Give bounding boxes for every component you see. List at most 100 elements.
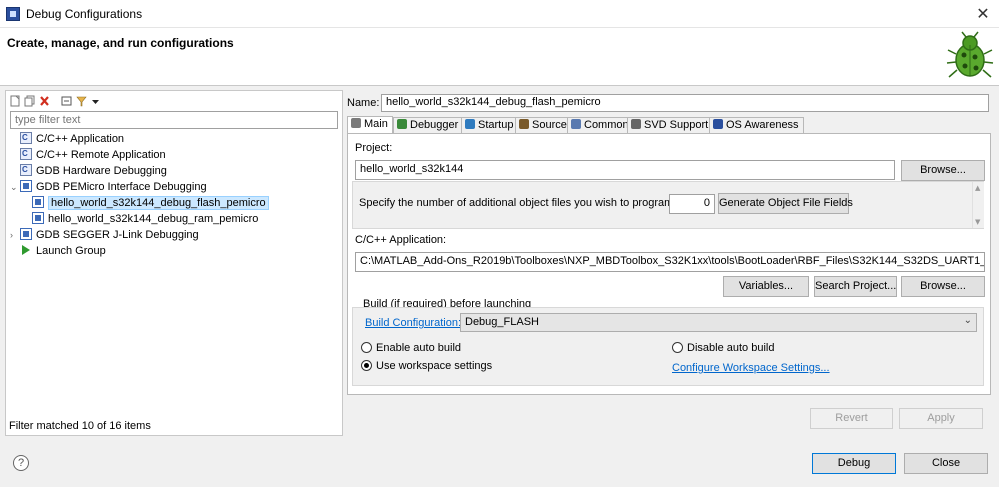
- common-tab-icon: [571, 119, 581, 129]
- enable-auto-build-radio[interactable]: [361, 342, 372, 353]
- build-configuration-select[interactable]: Debug_FLASH ⌄: [460, 313, 977, 332]
- tab-main[interactable]: Main: [347, 116, 393, 134]
- tree-item-label: GDB PEMicro Interface Debugging: [36, 181, 207, 193]
- generate-object-file-fields-button[interactable]: Generate Object File Fields: [718, 193, 853, 214]
- tree-item[interactable]: hello_world_s32k144_debug_flash_pemicro: [22, 195, 269, 211]
- os-awareness-tab-icon: [713, 119, 723, 129]
- tree-item-label: C/C++ Remote Application: [36, 149, 166, 161]
- variables-button[interactable]: Variables...: [723, 276, 809, 297]
- use-workspace-settings-radio[interactable]: [361, 360, 372, 371]
- tree-item-label: C/C++ Application: [36, 133, 125, 145]
- revert-button[interactable]: Revert: [810, 408, 893, 429]
- close-window-icon[interactable]: ✕: [973, 4, 993, 24]
- configuration-list-panel: Filter matched 10 of 16 items C/C++ Appl…: [5, 90, 343, 436]
- svd-tab-icon: [631, 119, 641, 129]
- header-title: Create, manage, and run configurations: [7, 36, 234, 50]
- tab-startup[interactable]: Startup: [461, 117, 519, 133]
- tab-source[interactable]: Source: [515, 117, 572, 133]
- main-tab-icon: [351, 118, 361, 128]
- startup-tab-icon: [465, 119, 475, 129]
- object-files-count-field[interactable]: 0: [669, 194, 715, 214]
- hardware-debug-icon: [20, 228, 32, 240]
- expand-toggle-icon[interactable]: ⌄: [10, 179, 20, 195]
- tree-item-label: GDB SEGGER J-Link Debugging: [36, 229, 199, 241]
- tab-label: Debugger: [410, 119, 459, 131]
- tree-item[interactable]: C/C++ Application: [10, 130, 125, 147]
- search-project-button[interactable]: Search Project...: [814, 276, 897, 297]
- c-app-icon: [20, 146, 32, 162]
- tree-item[interactable]: C/C++ Remote Application: [10, 146, 166, 163]
- new-configuration-icon[interactable]: [10, 95, 21, 107]
- filter-status: Filter matched 10 of 16 items: [9, 420, 151, 432]
- application-path-field[interactable]: C:\MATLAB_Add-Ons_R2019b\Toolboxes\NXP_M…: [355, 252, 985, 272]
- tab-debugger[interactable]: Debugger: [393, 117, 464, 133]
- dropdown-arrow-icon[interactable]: [91, 95, 100, 107]
- build-configuration-value: Debug_FLASH: [465, 316, 539, 328]
- apply-button[interactable]: Apply: [899, 408, 983, 429]
- collapse-all-icon[interactable]: [61, 95, 72, 107]
- tree-item[interactable]: ⌄ GDB PEMicro Interface Debugging: [10, 179, 207, 195]
- project-browse-button[interactable]: Browse...: [901, 160, 985, 181]
- tab-svd-support[interactable]: SVD Support: [627, 117, 714, 133]
- object-files-scrollbar[interactable]: ▲ ▼: [972, 182, 984, 228]
- c-app-icon: [20, 130, 32, 146]
- filter-input[interactable]: [10, 111, 338, 129]
- hardware-debug-icon: [32, 212, 44, 224]
- source-tab-icon: [519, 119, 529, 129]
- tree-item[interactable]: GDB Hardware Debugging: [10, 162, 167, 179]
- configuration-toolbar: [6, 91, 342, 111]
- hardware-debug-icon: [20, 180, 32, 192]
- debug-button[interactable]: Debug: [812, 453, 896, 474]
- tree-item[interactable]: hello_world_s32k144_debug_ram_pemicro: [22, 211, 258, 227]
- configuration-name-field[interactable]: hello_world_s32k144_debug_flash_pemicro: [381, 94, 989, 112]
- configure-workspace-settings-link[interactable]: Configure Workspace Settings...: [672, 362, 830, 374]
- application-browse-button[interactable]: Browse...: [901, 276, 985, 297]
- tab-label: Main: [364, 118, 388, 130]
- object-files-label: Specify the number of additional object …: [359, 197, 677, 209]
- enable-auto-build-label: Enable auto build: [376, 342, 462, 354]
- chevron-down-icon: ⌄: [963, 315, 972, 326]
- tab-label: OS Awareness: [726, 119, 799, 131]
- disable-auto-build-option[interactable]: Disable auto build: [672, 342, 774, 354]
- main-tab-content: Project: hello_world_s32k144 Browse... S…: [347, 133, 991, 395]
- tab-label: SVD Support: [644, 119, 709, 131]
- use-workspace-settings-option[interactable]: Use workspace settings: [361, 360, 492, 372]
- tab-label: Startup: [478, 119, 514, 131]
- tab-os-awareness[interactable]: OS Awareness: [709, 117, 804, 133]
- build-group: Build Configuration: Debug_FLASH ⌄ Enabl…: [352, 307, 984, 386]
- tree-item-label: hello_world_s32k144_debug_ram_pemicro: [48, 213, 259, 225]
- c-app-icon: [20, 162, 32, 178]
- dialog-header: Create, manage, and run configurations: [0, 28, 999, 86]
- launch-group-icon: [20, 244, 32, 256]
- tree-item[interactable]: › GDB SEGGER J-Link Debugging: [10, 227, 199, 243]
- title-bar: Debug Configurations ✕: [0, 0, 999, 28]
- expand-toggle-icon[interactable]: ›: [10, 227, 20, 243]
- project-label: Project:: [355, 142, 393, 154]
- build-configuration-link[interactable]: Build Configuration:: [365, 317, 461, 329]
- tree-item[interactable]: Launch Group: [10, 243, 106, 259]
- tree-item-label: GDB Hardware Debugging: [36, 165, 167, 177]
- configuration-detail-panel: Name: hello_world_s32k144_debug_flash_pe…: [343, 90, 995, 436]
- tab-common[interactable]: Common: [567, 117, 634, 133]
- tree-item-label: hello_world_s32k144_debug_flash_pemicro: [48, 196, 269, 210]
- app-icon: [6, 7, 20, 21]
- debug-bug-icon: [946, 31, 994, 78]
- help-icon[interactable]: ?: [13, 455, 29, 471]
- hardware-debug-icon: [32, 196, 44, 208]
- filter-icon[interactable]: [76, 95, 87, 107]
- close-button[interactable]: Close: [904, 453, 988, 474]
- object-files-group: Specify the number of additional object …: [352, 181, 984, 229]
- tab-label: Source: [532, 119, 567, 131]
- disable-auto-build-label: Disable auto build: [687, 342, 775, 354]
- disable-auto-build-radio[interactable]: [672, 342, 683, 353]
- application-label: C/C++ Application:: [355, 234, 447, 246]
- delete-icon[interactable]: [39, 95, 50, 107]
- tree-item-label: Launch Group: [36, 245, 106, 257]
- use-workspace-settings-label: Use workspace settings: [376, 360, 493, 372]
- tab-label: Common: [584, 119, 629, 131]
- duplicate-icon[interactable]: [24, 95, 35, 107]
- name-label: Name:: [347, 97, 380, 109]
- project-field[interactable]: hello_world_s32k144: [355, 160, 895, 180]
- enable-auto-build-option[interactable]: Enable auto build: [361, 342, 461, 354]
- debugger-tab-icon: [397, 119, 407, 129]
